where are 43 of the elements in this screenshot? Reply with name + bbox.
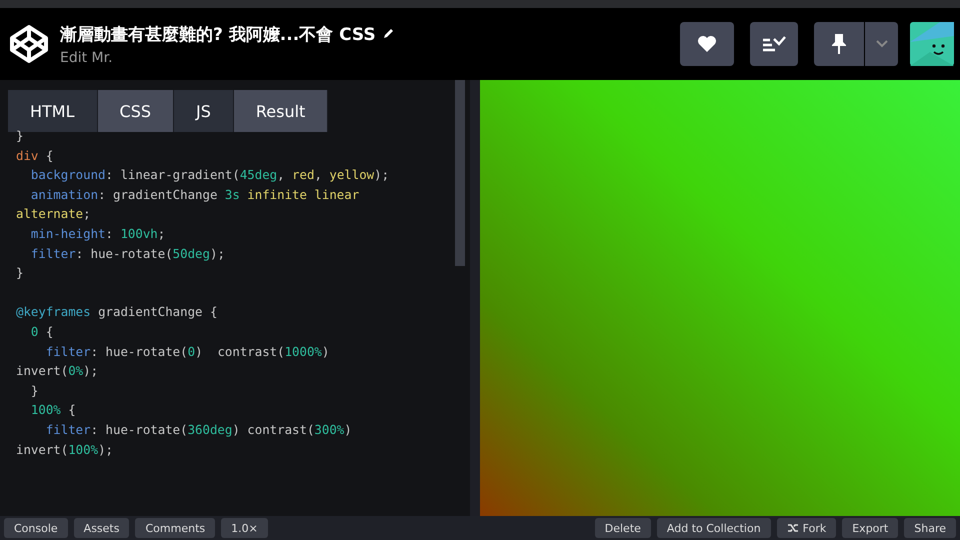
scrollbar[interactable]	[455, 80, 465, 266]
code-line: alternate;	[16, 206, 91, 222]
pin-icon	[831, 33, 847, 55]
code-line: filter: hue-rotate(50deg);	[30, 246, 225, 261]
code-line: invert(0%);	[16, 363, 98, 378]
view-tab[interactable]: HTML	[8, 90, 98, 132]
footer-button[interactable]: Share	[904, 518, 956, 538]
view-tab[interactable]: CSS	[98, 90, 174, 132]
code-line: animation: gradientChange 3s infinite linear	[30, 186, 360, 202]
footer-button[interactable]: Export	[842, 518, 898, 538]
view-tab[interactable]: JS	[174, 90, 234, 132]
footer-button[interactable]: Add to Collection	[656, 518, 771, 538]
code-line: }	[30, 382, 38, 398]
code-line: invert(100%);	[16, 442, 113, 456]
code-line: }	[16, 265, 24, 280]
avatar-icon[interactable]	[910, 22, 954, 66]
view-tab[interactable]: Result	[234, 90, 328, 132]
chevron-down-icon	[876, 40, 888, 48]
pencil-icon[interactable]	[382, 28, 394, 40]
resize-handle[interactable]	[470, 80, 480, 516]
collection-button[interactable]	[750, 22, 798, 66]
pin-button[interactable]	[814, 22, 864, 66]
footer-button[interactable]: Console	[4, 518, 68, 538]
code-line: filter: hue-rotate(0) contrast(1000%)	[44, 344, 330, 359]
code-line: 0 {	[30, 324, 54, 339]
code-line: 100% {	[30, 402, 76, 418]
footer-button[interactable]: 1.0×	[221, 518, 268, 538]
footer-button[interactable]: Fork	[776, 518, 836, 538]
code-line: min-height: 100vh;	[30, 226, 166, 241]
heart-button[interactable]	[680, 22, 734, 66]
pen-title: 漸層動畫有甚麼難的? 我阿嬤...不會 CSS	[60, 24, 376, 46]
list-check-icon	[762, 35, 786, 53]
footer-button[interactable]: Comments	[135, 518, 216, 538]
code-line: @keyframes gradientChange {	[16, 304, 218, 320]
footer-button[interactable]: Assets	[74, 518, 130, 538]
footer-button[interactable]: Delete	[594, 518, 651, 538]
author-name: Edit Mr.	[60, 50, 114, 66]
heart-icon	[697, 35, 717, 53]
code-line: div {	[16, 148, 54, 163]
logo-icon	[8, 23, 50, 65]
code-line: background: linear-gradient(45deg, red, yellow);	[30, 167, 390, 182]
fork-icon	[786, 523, 799, 533]
code-line: filter: hue-rotate(360deg) contrast(300%)	[44, 422, 352, 437]
